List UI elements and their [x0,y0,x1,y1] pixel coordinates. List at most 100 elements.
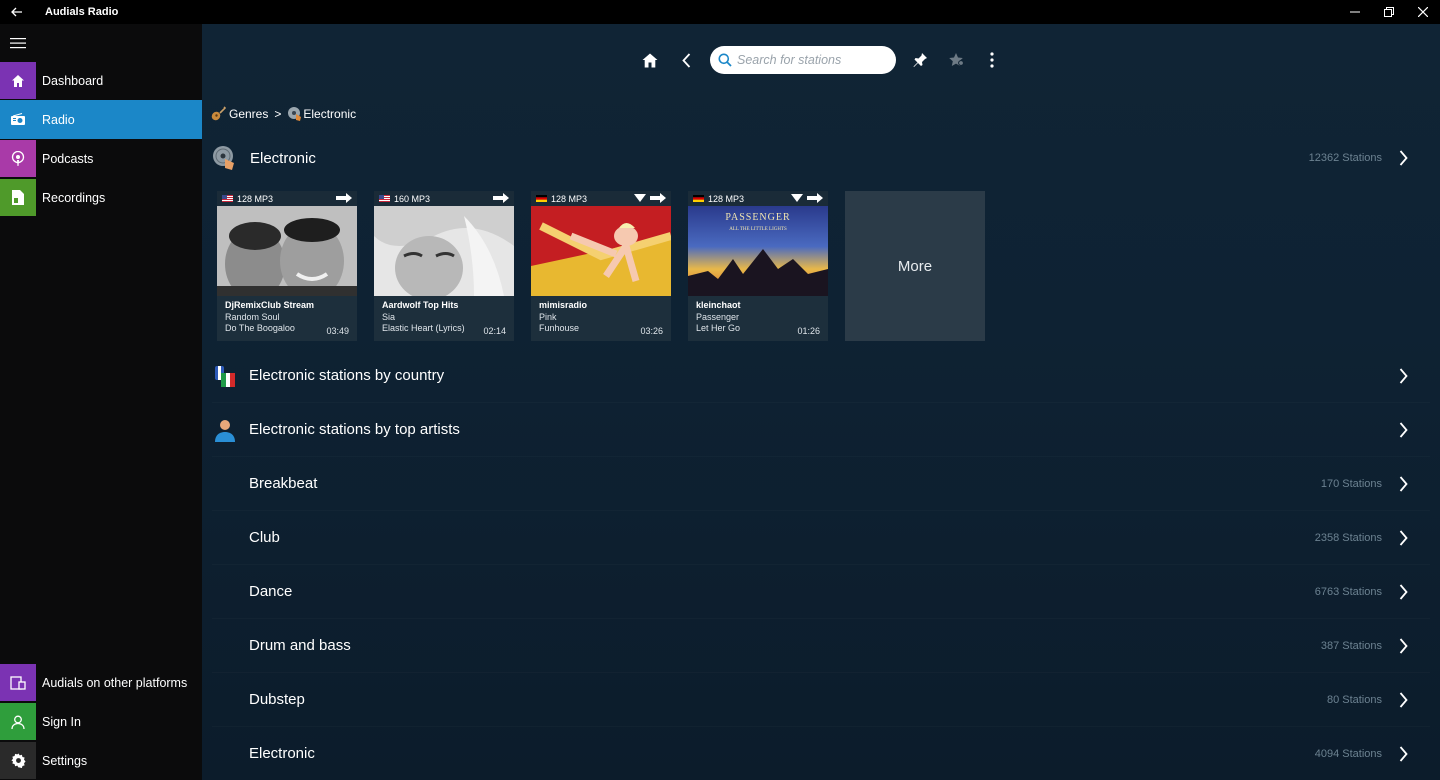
album-art [374,206,514,296]
list-item-by-country[interactable]: Electronic stations by country [212,349,1430,403]
restore-button[interactable] [1372,0,1406,24]
section-header-electronic[interactable]: Electronic 12362 Stations [212,142,1430,174]
track-info: mimisradio Pink Funhouse 03:26 [531,296,671,341]
track-info: kleinchaot Passenger Let Her Go 01:26 [688,296,828,341]
list-item-label: Club [249,529,280,546]
chevron-right-icon[interactable] [1396,744,1410,764]
arrow-right-icon [493,193,509,203]
podcast-icon [0,140,36,177]
main-content: Genres > Electronic Electronic 12362 Sta… [202,24,1440,780]
album-art [531,206,671,296]
list-item-label: Drum and bass [249,637,351,654]
station-count: 4094 Stations [1314,747,1382,760]
sidebar-item-settings[interactable]: Settings [0,741,202,780]
title-bar: Audials Radio [0,0,1440,24]
de-flag-icon [693,195,704,202]
sidebar-item-label: Sign In [42,714,81,729]
search-input[interactable] [737,53,887,67]
more-button[interactable]: More [845,191,985,341]
radio-icon [0,101,36,138]
album-art: PASSENGER ALL THE LITTLE LIGHTS [688,206,828,296]
station-card[interactable]: 160 MP3 Aardwolf Top Hits Sia Elastic He… [374,191,514,341]
station-card[interactable]: 128 MP3 DjRemixClub Stream Random Soul D… [217,191,357,341]
more-options-button[interactable] [974,45,1010,75]
favorites-button[interactable] [938,45,974,75]
home-button[interactable] [632,45,668,75]
chevron-right-icon[interactable] [1396,148,1410,168]
close-button[interactable] [1406,0,1440,24]
card-header: 128 MP3 [688,191,828,206]
chevron-right-icon[interactable] [1396,582,1410,602]
list-item-label: Breakbeat [249,475,318,492]
sidebar-item-label: Recordings [42,190,106,205]
devices-icon [0,664,36,701]
artist-name: Passenger [696,311,740,322]
station-count: 6763 Stations [1314,585,1382,598]
sidebar-item-sign-in[interactable]: Sign In [0,702,202,741]
minimize-button[interactable] [1338,0,1372,24]
electronic-genre-icon [213,146,234,170]
gear-icon [0,742,36,779]
back-button[interactable] [668,45,704,75]
station-count: 387 Stations [1320,639,1382,652]
list-item-by-top-artists[interactable]: Electronic stations by top artists [212,403,1430,457]
hamburger-icon [10,37,26,48]
more-vertical-icon [990,52,994,68]
sidebar-item-label: Audials on other platforms [42,675,188,690]
album-art [217,206,357,296]
list-item-genre[interactable]: Electronic 4094 Stations [212,727,1430,780]
chevron-right-icon[interactable] [1396,474,1410,494]
chevron-left-icon [681,52,690,68]
chevron-right-icon[interactable] [1396,366,1410,386]
sidebar-item-podcasts[interactable]: Podcasts [0,139,202,178]
sidebar-item-other-platforms[interactable]: Audials on other platforms [0,663,202,702]
list-item-genre[interactable]: Drum and bass 387 Stations [212,619,1430,673]
arrow-right-icon [650,193,666,203]
stream-quality: 128 MP3 [708,193,745,204]
station-name: Aardwolf Top Hits [382,300,459,310]
track-info: Aardwolf Top Hits Sia Elastic Heart (Lyr… [374,296,514,341]
album-title: PASSENGER [725,212,790,223]
user-icon [0,703,36,740]
artist-name: Sia [382,311,396,322]
pin-button[interactable] [902,45,938,75]
home-icon [0,62,36,99]
chevron-right-icon[interactable] [1396,636,1410,656]
station-card[interactable]: 128 MP3 PASSENGER ALL THE LITTLE LIGHTS … [688,191,828,341]
back-arrow-icon[interactable] [0,0,34,24]
heart-download-icon [634,194,646,202]
breadcrumb: Genres > Electronic [210,104,356,124]
station-card[interactable]: 128 MP3 mimisradio Pink Funhouse 03:26 [531,191,671,341]
breadcrumb-genres[interactable]: Genres [229,107,268,121]
sidebar-item-radio[interactable]: Radio [0,100,202,139]
artist-name: Pink [539,311,557,322]
sidebar-item-recordings[interactable]: Recordings [0,178,202,217]
app-title: Audials Radio [45,6,119,18]
artist-icon [212,417,238,443]
hamburger-menu-button[interactable] [0,24,202,61]
section-title: Electronic [250,149,316,167]
chevron-right-icon[interactable] [1396,528,1410,548]
country-flags-icon [212,363,238,389]
chevron-right-icon[interactable] [1396,690,1410,710]
station-count: 12362 Stations [1308,152,1382,164]
stream-quality: 160 MP3 [394,193,431,204]
list-item-genre[interactable]: Club 2358 Stations [212,511,1430,565]
chevron-right-icon[interactable] [1396,420,1410,440]
sidebar-item-label: Podcasts [42,151,94,166]
toolbar [202,24,1440,96]
list-item-genre[interactable]: Dubstep 80 Stations [212,673,1430,727]
list-item-label: Dance [249,583,293,600]
list-item-genre[interactable]: Dance 6763 Stations [212,565,1430,619]
list-item-genre[interactable]: Breakbeat 170 Stations [212,457,1430,511]
heart-download-icon [791,194,803,202]
search-box[interactable] [710,46,896,74]
genre-list: Electronic stations by country Electroni… [212,349,1430,780]
breadcrumb-separator: > [274,107,282,121]
track-info: DjRemixClub Stream Random Soul Do The Bo… [217,296,357,341]
us-flag-icon [222,195,233,202]
breadcrumb-electronic: Electronic [303,107,357,121]
station-name: kleinchaot [696,300,741,310]
sidebar-item-dashboard[interactable]: Dashboard [0,61,202,100]
stream-quality: 128 MP3 [551,193,588,204]
